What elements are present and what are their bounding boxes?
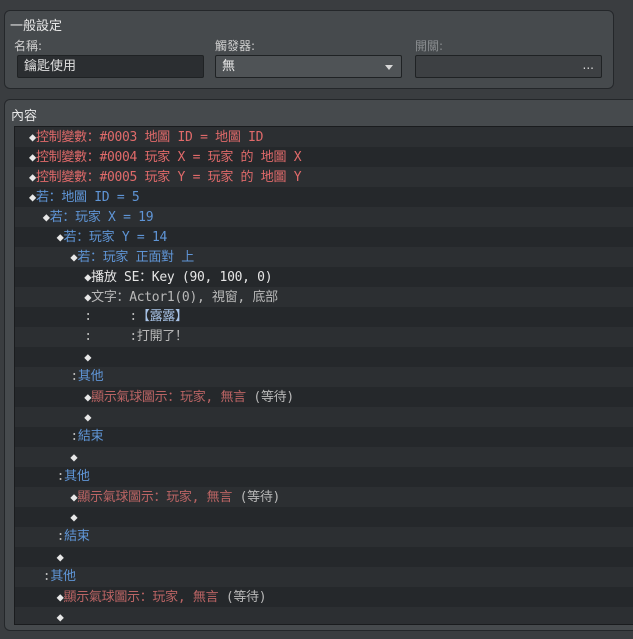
command-row[interactable]: ◆若：地圖 ID = 5 [15, 187, 633, 207]
diamond-icon: ◆ [29, 170, 36, 184]
command-row[interactable]: ◆若：玩家 X = 19 [15, 207, 633, 227]
command-text: 顯示氣球圖示：玩家, 無言 [77, 490, 233, 505]
command-row[interactable]: ◆顯示氣球圖示：玩家, 無言 (等待) [15, 487, 633, 507]
continuation-marker: : [70, 429, 78, 444]
command-row[interactable]: ◆文字：Actor1(0), 視窗, 底部 [15, 287, 633, 307]
diamond-icon: ◆ [70, 450, 78, 464]
command-list[interactable]: ◆控制變數：#0003 地圖 ID = 地圖 ID ◆控制變數：#0004 玩家 … [14, 126, 633, 625]
command-row[interactable]: ◆控制變數：#0005 玩家 Y = 玩家 的 地圖 Y [15, 167, 633, 187]
command-text: 控制變數：#0003 地圖 ID = 地圖 ID [35, 130, 264, 145]
command-text: 【露露】 [136, 309, 188, 324]
command-row[interactable]: ◆ [15, 507, 633, 527]
chevron-down-icon [385, 65, 393, 70]
command-text: (等待) [218, 590, 267, 605]
command-row[interactable]: ◆ [15, 347, 633, 367]
content-group: 內容 ◆控制變數：#0003 地圖 ID = 地圖 ID ◆控制變數：#0004 … [4, 99, 633, 631]
continuation-marker: : [84, 309, 92, 324]
command-text: (等待) [232, 490, 281, 505]
diamond-icon: ◆ [29, 130, 36, 144]
continuation-marker: : [84, 329, 92, 344]
command-row[interactable]: : :打開了！ [15, 327, 633, 347]
command-row[interactable]: ◆控制變數：#0003 地圖 ID = 地圖 ID [15, 127, 633, 147]
command-text: 其他 [50, 569, 76, 584]
command-row[interactable]: ◆顯示氣球圖示：玩家, 無言 (等待) [15, 387, 633, 407]
diamond-icon: ◆ [56, 590, 64, 604]
command-text: 文字：Actor1(0), 視窗, 底部 [91, 290, 278, 305]
command-row[interactable]: :結束 [15, 527, 633, 547]
command-row[interactable]: : :【露露】 [15, 307, 633, 327]
command-text: 顯示氣球圖示：玩家, 無言 [63, 590, 219, 605]
command-row[interactable]: :其他 [15, 567, 633, 587]
command-row[interactable]: ◆ [15, 407, 633, 427]
command-row[interactable]: :其他 [15, 367, 633, 387]
diamond-icon: ◆ [56, 550, 64, 564]
diamond-icon: ◆ [29, 190, 36, 204]
command-row[interactable]: ◆ [15, 607, 633, 624]
switch-browse-button[interactable]: ... [583, 55, 594, 76]
continuation-marker: : [70, 369, 78, 384]
command-text: 控制變數：#0005 玩家 Y = 玩家 的 地圖 Y [35, 170, 302, 185]
command-text: :打開了！ [91, 329, 188, 344]
name-label: 名稱: [14, 39, 43, 53]
command-row[interactable]: ◆若：玩家 正面對 上 [15, 247, 633, 267]
general-settings-title: 一般設定 [10, 19, 63, 34]
command-row[interactable]: ◆ [15, 547, 633, 567]
command-text: 若：玩家 正面對 上 [77, 250, 194, 265]
command-text: 其他 [64, 469, 90, 484]
command-row[interactable]: ◆控制變數：#0004 玩家 X = 玩家 的 地圖 X [15, 147, 633, 167]
trigger-label: 觸發器: [215, 39, 256, 53]
trigger-select[interactable]: 無 [215, 55, 402, 78]
general-settings-group: 一般設定 名稱: 觸發器: 開關: 鑰匙使用 無 ... [4, 10, 614, 89]
command-text: 若：玩家 Y = 14 [63, 230, 168, 245]
name-input[interactable]: 鑰匙使用 [17, 55, 204, 78]
command-row[interactable]: ◆播放 SE：Key (90, 100, 0) [15, 267, 633, 287]
command-text: 其他 [77, 369, 104, 384]
diamond-icon: ◆ [56, 230, 64, 244]
diamond-icon: ◆ [42, 210, 50, 224]
trigger-value: 無 [222, 59, 236, 74]
command-text: 若：玩家 X = 19 [49, 210, 154, 225]
continuation-marker: : [56, 469, 65, 484]
content-title: 內容 [11, 109, 38, 124]
diamond-icon: ◆ [84, 410, 92, 424]
switch-field: ... [415, 55, 602, 78]
switch-label: 開關: [415, 39, 444, 53]
command-row[interactable]: :其他 [15, 467, 633, 487]
command-text: 若：地圖 ID = 5 [35, 190, 140, 205]
diamond-icon: ◆ [29, 150, 36, 164]
command-text: 控制變數：#0004 玩家 X = 玩家 的 地圖 X [35, 150, 302, 165]
diamond-icon: ◆ [56, 610, 64, 624]
command-row[interactable]: ◆ [15, 447, 633, 467]
command-text: 結束 [77, 429, 104, 444]
command-row[interactable]: :結束 [15, 427, 633, 447]
command-text: 播放 SE：Key (90, 100, 0) [91, 270, 273, 285]
continuation-marker: : [56, 529, 65, 544]
command-text: 結束 [64, 529, 90, 544]
command-text: : [91, 309, 137, 324]
command-row[interactable]: ◆顯示氣球圖示：玩家, 無言 (等待) [15, 587, 633, 607]
command-row[interactable]: ◆若：玩家 Y = 14 [15, 227, 633, 247]
command-text: (等待) [245, 390, 294, 405]
diamond-icon: ◆ [84, 350, 92, 364]
diamond-icon: ◆ [70, 510, 78, 524]
command-text: 顯示氣球圖示：玩家, 無言 [91, 390, 246, 405]
